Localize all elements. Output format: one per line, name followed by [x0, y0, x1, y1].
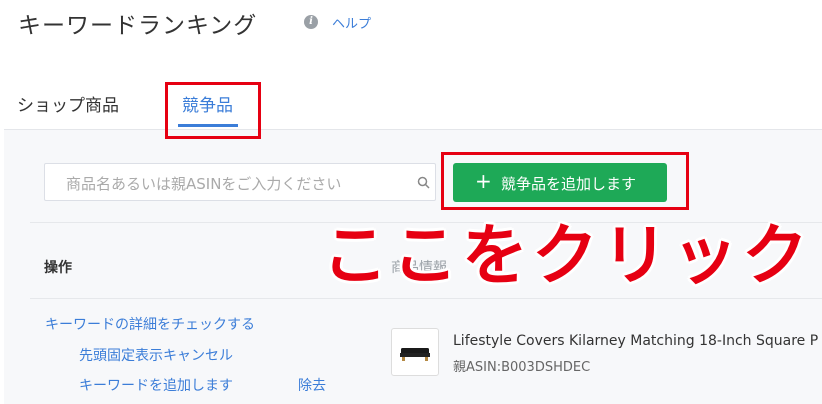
product-asin: 親ASIN:B003DSHDEC: [453, 360, 591, 375]
help-link[interactable]: ヘルプ: [332, 13, 371, 32]
remove-link[interactable]: 除去: [298, 375, 326, 395]
ottoman-image: [400, 348, 430, 361]
search-icon[interactable]: [417, 176, 430, 189]
product-title[interactable]: Lifestyle Covers Kilarney Matching 18-In…: [453, 333, 818, 349]
header-row-divider: [30, 298, 822, 299]
product-thumbnail: [391, 328, 439, 376]
column-header-actions: 操作: [44, 260, 72, 276]
search-placeholder: 商品名あるいは親ASINをご入力ください: [66, 175, 342, 193]
info-icon[interactable]: i: [304, 15, 318, 29]
cancel-pin-link[interactable]: 先頭固定表示キャンセル: [79, 345, 233, 365]
tab-shop-products[interactable]: ショップ商品: [17, 91, 119, 116]
annotation-text: ここをクリック: [322, 217, 812, 294]
highlight-box-button: [441, 152, 689, 210]
page-title: キーワードランキング: [18, 13, 258, 39]
check-keyword-details-link[interactable]: キーワードの詳細をチェックする: [45, 314, 255, 334]
add-keyword-link[interactable]: キーワードを追加します: [79, 375, 233, 395]
search-input[interactable]: 商品名あるいは親ASINをご入力ください: [44, 163, 436, 201]
highlight-box-tab: [165, 82, 261, 139]
